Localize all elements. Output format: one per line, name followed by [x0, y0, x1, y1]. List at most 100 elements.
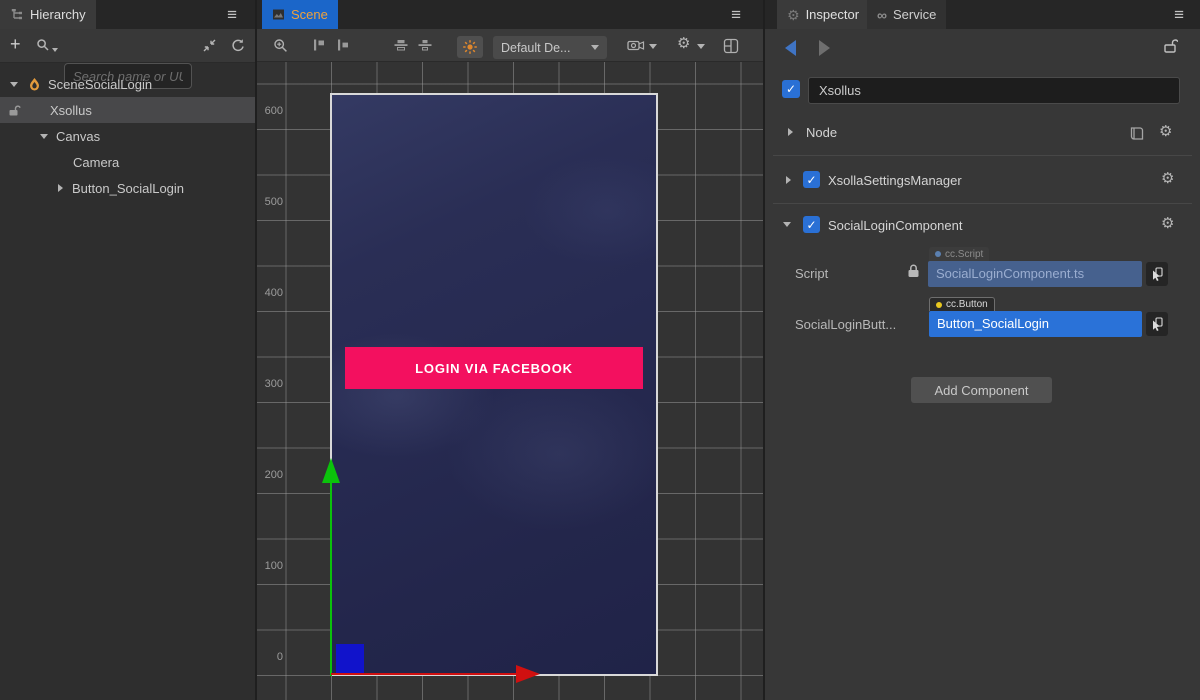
origin-square — [336, 644, 364, 674]
section-divider — [773, 203, 1192, 204]
tree-label-canvas: Canvas — [56, 129, 100, 144]
scene-panel: Scene ≡ Default De... ⚙ — [257, 0, 763, 700]
scene-image-icon — [272, 8, 285, 21]
scene-viewport[interactable]: 600 500 400 300 200 100 0 LOGIN VIA FACE… — [257, 62, 763, 700]
tree-row-canvas[interactable]: Canvas — [0, 123, 255, 149]
inspector-tabbar: ⚙ Inspector ∞ Service ≡ — [765, 0, 1200, 29]
node-expand-arrow-icon[interactable] — [788, 128, 793, 136]
scene-settings-gear-icon[interactable]: ⚙ — [677, 36, 690, 51]
settings-enabled-checkbox[interactable]: ✓ — [803, 171, 820, 188]
ruler-label-100: 100 — [259, 560, 283, 572]
history-forward-button[interactable] — [819, 40, 830, 56]
layout-grid-icon[interactable] — [723, 38, 739, 54]
tree-label-scene-root: SceneSocialLogin — [48, 77, 152, 92]
hierarchy-menu-icon[interactable]: ≡ — [227, 6, 237, 23]
ruler-label-300: 300 — [259, 378, 283, 390]
add-component-button[interactable]: Add Component — [911, 377, 1052, 403]
tree-row-xsollus[interactable]: Xsollus — [0, 97, 255, 123]
tree-label-button-sociallogin: Button_SocialLogin — [72, 181, 184, 196]
tree-label-camera: Camera — [73, 155, 119, 170]
tree-row-scene-root[interactable]: SceneSocialLogin — [0, 71, 255, 97]
scene-asset-icon — [28, 77, 41, 92]
script-type-tag: cc.Script — [929, 247, 989, 261]
script-asset-field[interactable]: SocialLoginComponent.ts — [928, 261, 1142, 287]
tab-inspector[interactable]: ⚙ Inspector — [777, 0, 869, 29]
social-section-label: SocialLoginComponent — [828, 218, 962, 233]
distribute-horizontal-icon[interactable] — [393, 38, 409, 52]
picker-cursor-icon — [1151, 317, 1163, 331]
align-top-icon[interactable] — [312, 38, 327, 52]
inspector-menu-icon[interactable]: ≡ — [1174, 6, 1184, 23]
picker-cursor-icon — [1151, 267, 1163, 281]
y-axis-arrow-icon[interactable] — [322, 458, 340, 483]
x-axis-line[interactable] — [331, 673, 517, 675]
settings-expand-arrow-icon[interactable] — [786, 176, 791, 184]
script-type-tag-label: cc.Script — [945, 249, 983, 260]
inspector-unlock-icon[interactable] — [1163, 38, 1178, 54]
inspector-panel: ⚙ Inspector ∞ Service ≡ ✓ Node ⚙ ✓ Xsoll… — [765, 0, 1200, 700]
ruler-label-400: 400 — [259, 287, 283, 299]
scene-toolbar: Default De... ⚙ — [257, 29, 763, 62]
expand-arrow-icon[interactable] — [10, 82, 18, 87]
unlock-icon[interactable] — [8, 104, 21, 117]
script-picker-button[interactable] — [1146, 262, 1168, 286]
create-node-button[interactable]: + — [10, 34, 21, 55]
script-type-dot-icon — [935, 251, 941, 257]
x-axis-arrow-icon[interactable] — [516, 665, 540, 683]
node-gear-icon[interactable]: ⚙ — [1159, 124, 1172, 139]
hierarchy-tabbar: Hierarchy ≡ — [0, 0, 255, 29]
service-tab-label: Service — [893, 7, 936, 22]
refresh-icon[interactable] — [230, 38, 245, 53]
collapse-all-icon[interactable] — [202, 38, 217, 53]
hierarchy-panel: Hierarchy ≡ + SceneSocialLogin — [0, 0, 255, 700]
collapsed-arrow-icon[interactable] — [58, 184, 63, 192]
button-type-tag: cc.Button — [929, 297, 995, 311]
tab-hierarchy[interactable]: Hierarchy — [0, 0, 96, 29]
login-facebook-button[interactable]: LOGIN VIA FACEBOOK — [345, 347, 643, 389]
node-name-input[interactable] — [808, 77, 1180, 104]
button-type-dot-icon — [936, 302, 942, 308]
script-prop-label: Script — [795, 266, 828, 281]
node-section-label: Node — [806, 125, 837, 140]
social-enabled-checkbox[interactable]: ✓ — [803, 216, 820, 233]
chevron-down-icon[interactable] — [697, 44, 705, 49]
service-link-icon: ∞ — [877, 7, 887, 23]
scene-menu-icon[interactable]: ≡ — [731, 6, 741, 23]
tab-service[interactable]: ∞ Service — [867, 0, 946, 29]
design-canvas[interactable]: LOGIN VIA FACEBOOK — [330, 93, 658, 676]
gizmo-light-toggle[interactable] — [457, 36, 483, 58]
settings-gear-icon[interactable]: ⚙ — [1161, 171, 1174, 186]
prefab-book-icon[interactable] — [1128, 126, 1145, 141]
ruler-label-0: 0 — [259, 651, 283, 663]
chevron-down-icon[interactable] — [649, 44, 657, 49]
ruler-label-600: 600 — [259, 105, 283, 117]
social-button-prop-label: SocialLoginButt... — [795, 317, 896, 332]
button-ref-field[interactable]: Button_SocialLogin — [929, 311, 1142, 337]
ruler-label-200: 200 — [259, 469, 283, 481]
camera-tool-icon[interactable] — [627, 38, 645, 53]
chevron-down-icon — [52, 48, 58, 52]
align-left-icon[interactable] — [336, 38, 351, 52]
social-gear-icon[interactable]: ⚙ — [1161, 216, 1174, 231]
script-lock-icon — [907, 264, 920, 278]
social-collapse-arrow-icon[interactable] — [783, 222, 791, 227]
search-type-button[interactable] — [36, 38, 58, 52]
history-back-button[interactable] — [785, 40, 796, 56]
login-facebook-label: LOGIN VIA FACEBOOK — [415, 361, 573, 376]
inspector-tab-label: Inspector — [806, 7, 859, 22]
zoom-tool-icon[interactable] — [273, 38, 289, 54]
hierarchy-tree: SceneSocialLogin Xsollus Canvas Camera B… — [0, 63, 255, 700]
button-picker-button[interactable] — [1146, 312, 1168, 336]
distribute-vertical-icon[interactable] — [417, 38, 433, 52]
expand-arrow-icon[interactable] — [40, 134, 48, 139]
section-divider — [773, 155, 1192, 156]
y-axis-line[interactable] — [330, 482, 332, 676]
tab-scene[interactable]: Scene — [262, 0, 338, 29]
ruler-label-500: 500 — [259, 196, 283, 208]
tree-label-xsollus: Xsollus — [50, 103, 92, 118]
tree-row-camera[interactable]: Camera — [0, 149, 255, 175]
device-preset-dropdown[interactable]: Default De... — [493, 36, 607, 59]
hierarchy-toolbar: + — [0, 29, 255, 63]
node-active-checkbox[interactable]: ✓ — [782, 80, 800, 98]
tree-row-button-sociallogin[interactable]: Button_SocialLogin — [0, 175, 255, 201]
